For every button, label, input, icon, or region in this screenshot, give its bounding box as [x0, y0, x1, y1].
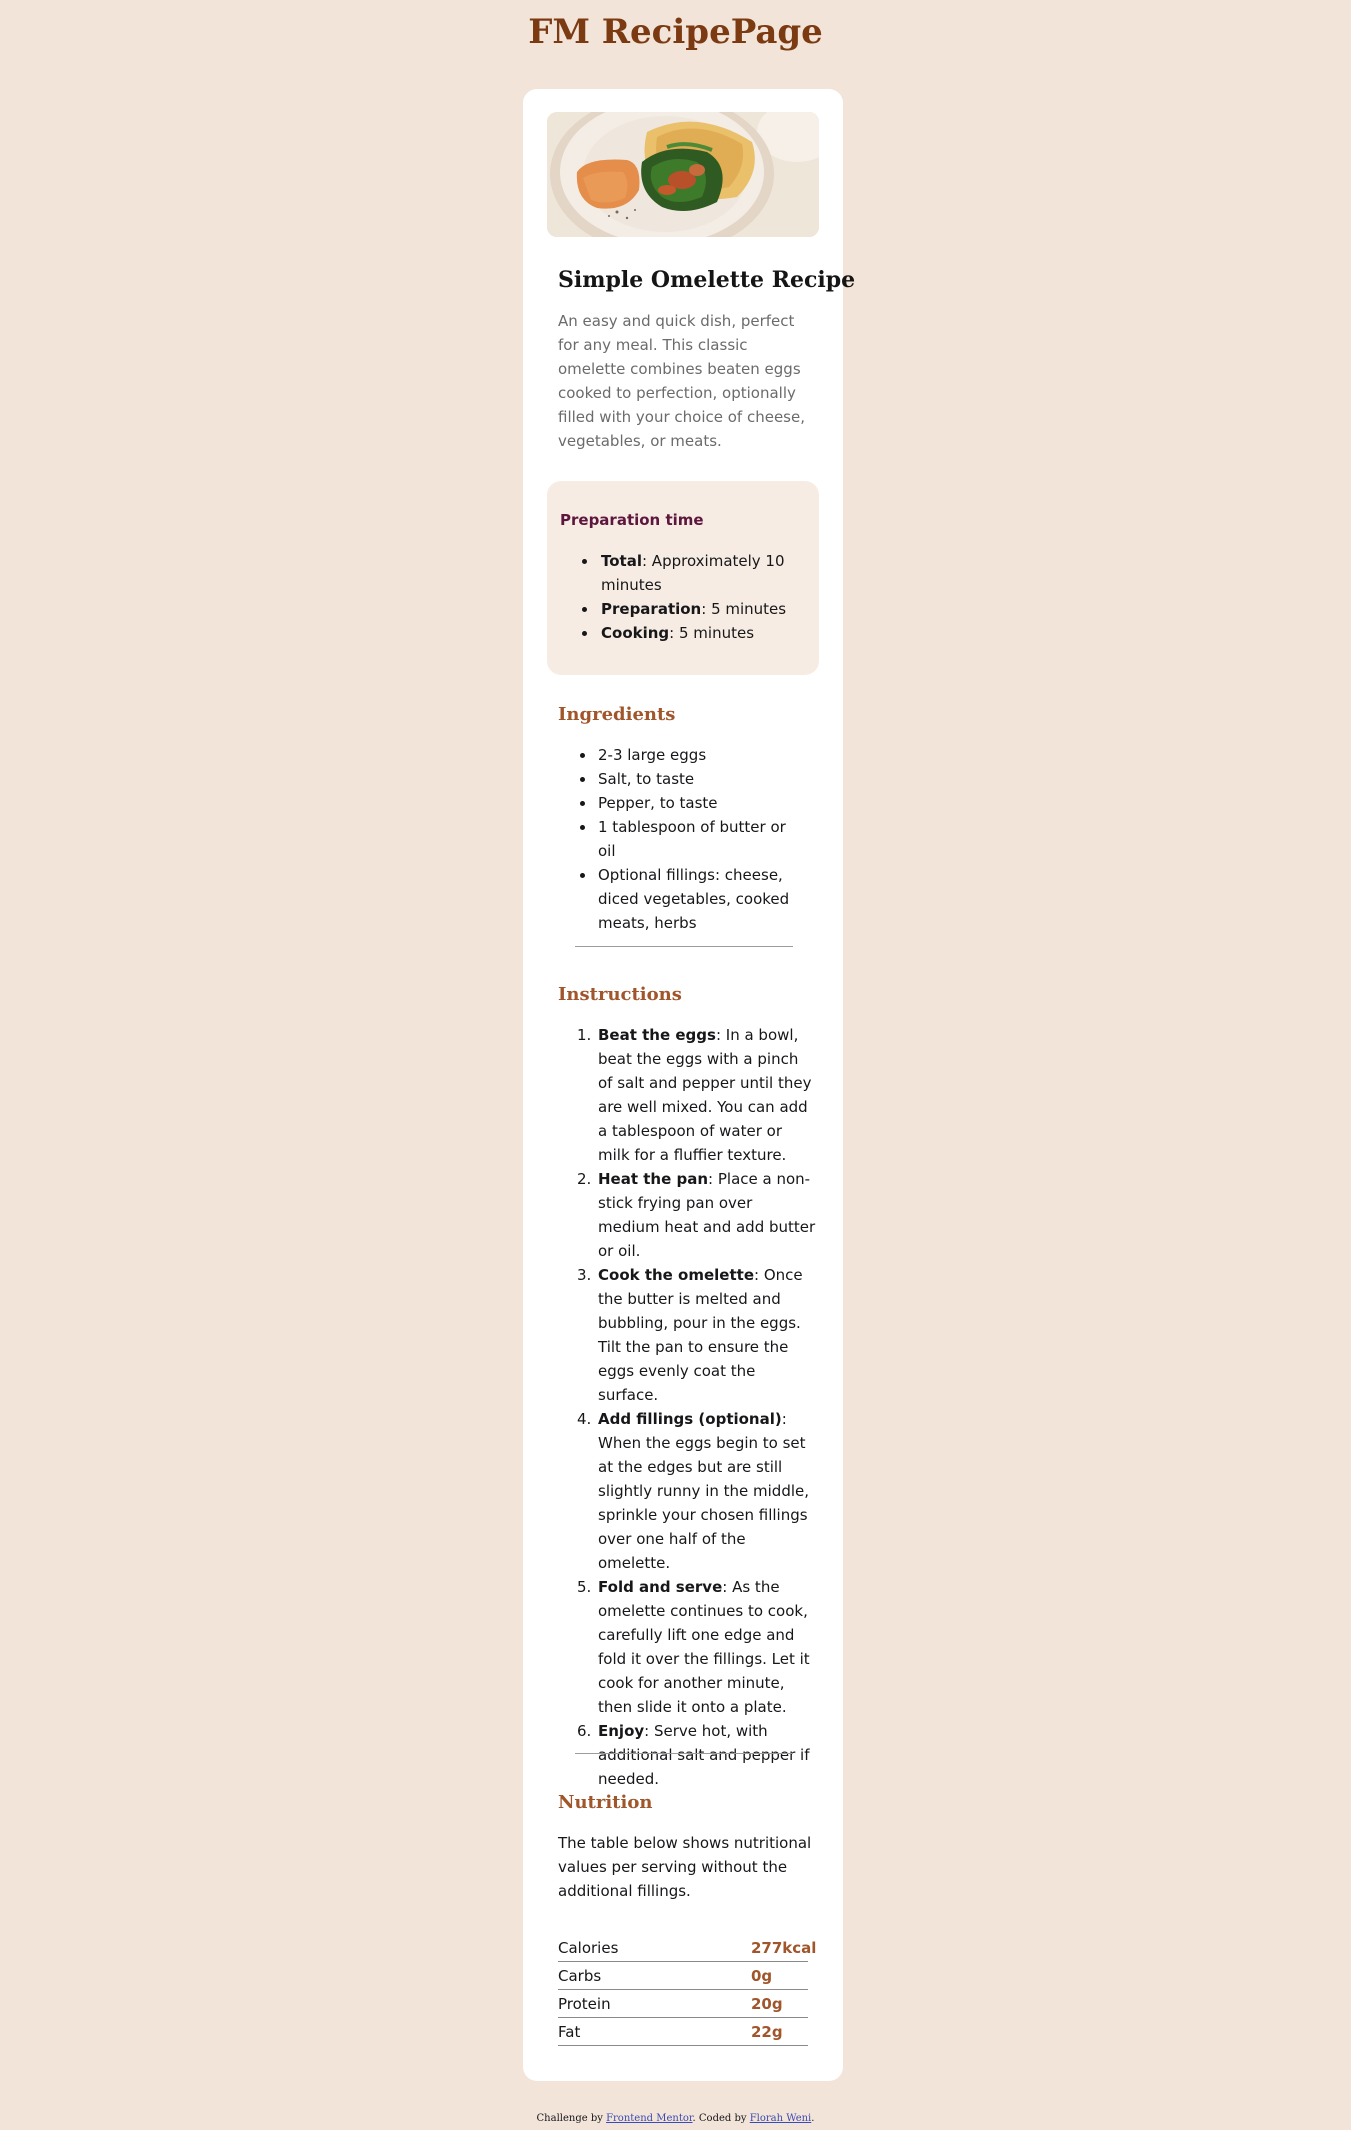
site-title: FM RecipePage: [528, 12, 823, 52]
recipe-card: Simple Omelette Recipe An easy and quick…: [523, 89, 855, 2081]
instructions-list: 1. Beat the eggs: In a bowl, beat the egg…: [558, 1023, 816, 1791]
list-item: Cooking: 5 minutes: [565, 621, 805, 645]
list-item: 5. Fold and serve: As the omelette contin…: [577, 1578, 810, 1716]
list-item: 3. Cook the omelette: Once the butter is …: [577, 1266, 803, 1404]
list-item: 4. Add fillings (optional): When the eggs…: [577, 1410, 810, 1572]
list-item: Salt, to taste: [558, 767, 803, 791]
ingredients-heading: Ingredients: [558, 704, 676, 725]
nutrition-value: 20g: [751, 1995, 783, 2013]
list-item: 1. Beat the eggs: In a bowl, beat the egg…: [577, 1026, 812, 1164]
list-item: 1 tablespoon of butter or oil: [558, 815, 803, 863]
author-link[interactable]: Florah Weni: [750, 2113, 812, 2124]
recipe-title: Simple Omelette Recipe: [558, 267, 856, 293]
omelette-image: [547, 112, 819, 237]
nutrition-table: Calories 277kcal Carbs 0g Protein 20g Fa…: [558, 1934, 816, 2046]
nutrition-heading: Nutrition: [558, 1792, 653, 1813]
list-item: Optional fillings: cheese, diced vegetab…: [558, 863, 803, 935]
table-row: Fat 22g: [558, 2018, 808, 2046]
nutrition-value: 22g: [751, 2023, 783, 2041]
list-item: Total: Approximately 10 minutes: [565, 549, 805, 597]
list-item: 6. Enjoy: Serve hot, with additional salt…: [577, 1722, 810, 1788]
divider: [575, 1753, 793, 1754]
nutrition-value: 277kcal: [751, 1939, 817, 1957]
nutrition-label: Protein: [558, 1995, 611, 2013]
nutrition-value: 0g: [751, 1967, 773, 1985]
preparation-list: Total: Approximately 10 minutes Preparat…: [565, 549, 805, 645]
footer-attribution: Challenge by Frontend Mentor. Coded by F…: [536, 2113, 815, 2124]
preparation-heading: Preparation time: [560, 511, 704, 529]
nutrition-label: Calories: [558, 1939, 619, 1957]
preparation-time-box: Preparation time Total: Approximately 10…: [547, 481, 819, 675]
table-row: Calories 277kcal: [558, 1934, 816, 1962]
list-item: Preparation: 5 minutes: [565, 597, 805, 621]
list-item: 2. Heat the pan: Place a non-stick frying…: [577, 1170, 816, 1260]
nutrition-label: Carbs: [558, 1967, 602, 1985]
nutrition-label: Fat: [558, 2023, 581, 2041]
ingredients-list: 2-3 large eggs Salt, to taste Pepper, to…: [558, 743, 803, 935]
list-item: Pepper, to taste: [558, 791, 803, 815]
table-row: Protein 20g: [558, 1990, 808, 2018]
list-item: 2-3 large eggs: [558, 743, 803, 767]
nutrition-description: The table below shows nutritional values…: [558, 1834, 812, 1900]
recipe-description: An easy and quick dish, perfect for any …: [558, 312, 805, 450]
table-row: Carbs 0g: [558, 1962, 808, 1990]
frontend-mentor-link[interactable]: Frontend Mentor: [606, 2113, 692, 2124]
instructions-heading: Instructions: [558, 984, 682, 1005]
divider: [575, 946, 793, 947]
